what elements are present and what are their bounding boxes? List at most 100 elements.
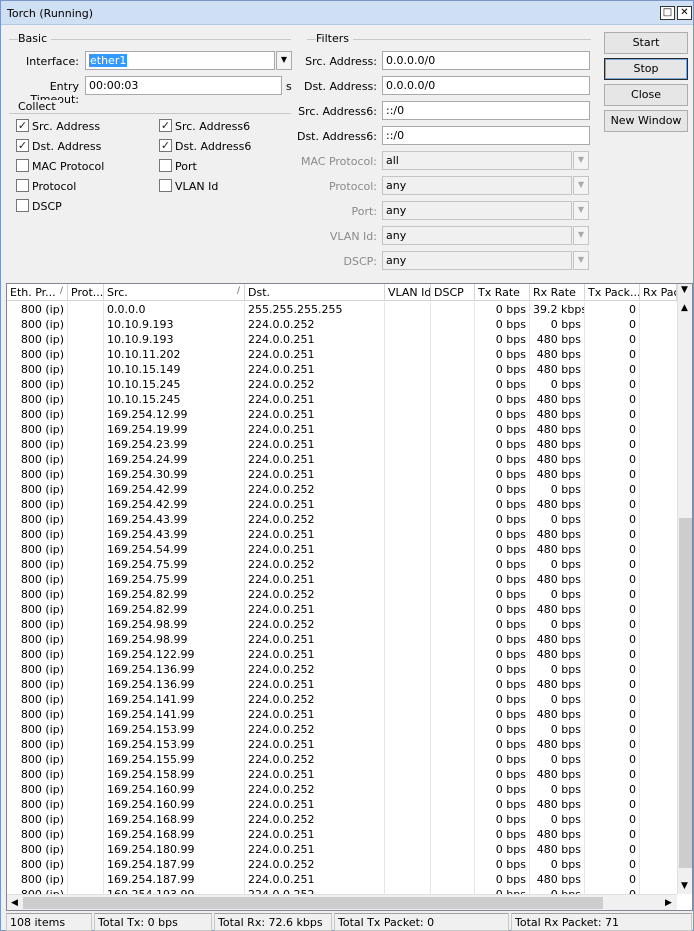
table-row[interactable]: 800 (ip) 0.0.0.0 255.255.255.255 0 bps 39.2 …: [7, 302, 676, 317]
table-row[interactable]: 800 (ip) 10.10.15.245 224.0.0.251 0 bps 480 …: [7, 392, 676, 407]
table-row[interactable]: 800 (ip) 169.254.24.99 224.0.0.251 0 bps 480…: [7, 452, 676, 467]
collect-port-checkbox[interactable]: [159, 159, 172, 172]
horizontal-scrollbar[interactable]: ◀ ▶: [7, 894, 677, 910]
new-window-button[interactable]: New Window: [604, 110, 688, 132]
scroll-right-icon[interactable]: ▶: [665, 898, 672, 908]
table-row[interactable]: 800 (ip) 169.254.43.99 224.0.0.252 0 bps 0 b…: [7, 512, 676, 527]
sort-icon[interactable]: ▼: [681, 285, 688, 295]
header-col-rx-rate[interactable]: Rx Rate: [530, 284, 585, 301]
table-row[interactable]: 800 (ip) 10.10.15.149 224.0.0.251 0 bps 480 …: [7, 362, 676, 377]
table-row[interactable]: 800 (ip) 10.10.9.193 224.0.0.252 0 bps 0 bps…: [7, 317, 676, 332]
collect-dst-address6-checkbox[interactable]: ✓: [159, 139, 172, 152]
table-row[interactable]: 800 (ip) 10.10.15.245 224.0.0.252 0 bps 0 bp…: [7, 377, 676, 392]
cell-protocol: [68, 422, 104, 437]
table-row[interactable]: 800 (ip) 169.254.42.99 224.0.0.252 0 bps 0 b…: [7, 482, 676, 497]
table-row[interactable]: 800 (ip) 169.254.160.99 224.0.0.252 0 bps 0 …: [7, 782, 676, 797]
restore-icon[interactable]: □: [660, 6, 675, 20]
collect-vlan-id-checkbox[interactable]: [159, 179, 172, 192]
cell-protocol: [68, 647, 104, 662]
table-row[interactable]: 800 (ip) 10.10.11.202 224.0.0.251 0 bps 480 …: [7, 347, 676, 362]
scroll-down-icon[interactable]: ▼: [681, 881, 688, 891]
dropdown-arrow-icon[interactable]: ▼: [573, 226, 589, 245]
horizontal-scroll-thumb[interactable]: [23, 897, 603, 909]
src-address6-input[interactable]: ::/0: [382, 101, 590, 120]
scroll-left-icon[interactable]: ◀: [11, 898, 18, 908]
header-col-dscp[interactable]: DSCP: [431, 284, 475, 301]
scroll-up-icon[interactable]: ▲: [681, 303, 688, 313]
table-row[interactable]: 800 (ip) 169.254.187.99 224.0.0.252 0 bps 0 …: [7, 857, 676, 872]
table-row[interactable]: 800 (ip) 169.254.160.99 224.0.0.251 0 bps 48…: [7, 797, 676, 812]
dst-address6-input[interactable]: ::/0: [382, 126, 590, 145]
table-row[interactable]: 800 (ip) 169.254.98.99 224.0.0.251 0 bps 480…: [7, 632, 676, 647]
table-row[interactable]: 800 (ip) 169.254.23.99 224.0.0.251 0 bps 480…: [7, 437, 676, 452]
collect-mac-protocol-checkbox[interactable]: [16, 159, 29, 172]
protocol-select[interactable]: any: [382, 176, 572, 195]
table-row[interactable]: 800 (ip) 169.254.136.99 224.0.0.251 0 bps 48…: [7, 677, 676, 692]
table-row[interactable]: 800 (ip) 169.254.193.99224.0.0.252 0 bps0 …: [7, 887, 676, 894]
table-row[interactable]: 800 (ip) 169.254.141.99 224.0.0.251 0 bps 48…: [7, 707, 676, 722]
table-row[interactable]: 800 (ip) 169.254.136.99 224.0.0.252 0 bps 0 …: [7, 662, 676, 677]
table-row[interactable]: 800 (ip) 169.254.54.99 224.0.0.251 0 bps 480…: [7, 542, 676, 557]
table-row[interactable]: 800 (ip) 169.254.82.99 224.0.0.251 0 bps 480…: [7, 602, 676, 617]
table-row[interactable]: 800 (ip) 169.254.158.99 224.0.0.251 0 bps 48…: [7, 767, 676, 782]
table-row[interactable]: 800 (ip) 169.254.42.99 224.0.0.251 0 bps 480…: [7, 497, 676, 512]
title-bar[interactable]: Torch (Running) □ ✕: [1, 1, 693, 25]
vertical-scroll-thumb[interactable]: [679, 518, 692, 868]
port-select[interactable]: any: [382, 201, 572, 220]
table-row[interactable]: 800 (ip) 10.10.9.193 224.0.0.251 0 bps 480 b…: [7, 332, 676, 347]
collect-protocol-checkbox[interactable]: [16, 179, 29, 192]
entry-timeout-input[interactable]: 00:00:03: [85, 76, 282, 95]
dropdown-arrow-icon[interactable]: ▼: [573, 151, 589, 170]
collect-src-address-checkbox[interactable]: ✓: [16, 119, 29, 132]
cell-eth-protocol: 800 (ip): [7, 602, 68, 617]
table-row[interactable]: 800 (ip) 169.254.30.99 224.0.0.251 0 bps 480…: [7, 467, 676, 482]
cell-dst: 255.255.255.255: [245, 302, 385, 317]
table-row[interactable]: 800 (ip) 169.254.122.99 224.0.0.251 0 bps 48…: [7, 647, 676, 662]
close-icon[interactable]: ✕: [677, 6, 692, 20]
table-row[interactable]: 800 (ip) 169.254.141.99 224.0.0.252 0 bps 0 …: [7, 692, 676, 707]
src-address-input[interactable]: 0.0.0.0/0: [382, 51, 590, 70]
dropdown-arrow-icon[interactable]: ▼: [573, 201, 589, 220]
dscp-select[interactable]: any: [382, 251, 572, 270]
table-row[interactable]: 800 (ip) 169.254.82.99 224.0.0.252 0 bps 0 b…: [7, 587, 676, 602]
table-row[interactable]: 800 (ip) 169.254.75.99 224.0.0.251 0 bps 480…: [7, 572, 676, 587]
collect-dscp-checkbox[interactable]: [16, 199, 29, 212]
collect-dst-address-checkbox[interactable]: ✓: [16, 139, 29, 152]
dropdown-arrow-icon[interactable]: ▼: [573, 176, 589, 195]
header-col-tx-rate[interactable]: Tx Rate: [475, 284, 530, 301]
table-row[interactable]: 800 (ip) 169.254.43.99 224.0.0.251 0 bps 480…: [7, 527, 676, 542]
dropdown-arrow-icon[interactable]: ▼: [276, 51, 292, 70]
table-row[interactable]: 800 (ip) 169.254.187.99 224.0.0.251 0 bps 48…: [7, 872, 676, 887]
table-row[interactable]: 800 (ip) 169.254.180.99 224.0.0.251 0 bps 48…: [7, 842, 676, 857]
cell-src: 10.10.9.193: [104, 332, 245, 347]
header-col-eth-protocol[interactable]: Eth. Pr... /: [7, 284, 68, 301]
header-col-protocol[interactable]: Prot...: [68, 284, 104, 301]
vertical-scrollbar[interactable]: ▼ ▲ ▼: [677, 284, 692, 894]
table-row[interactable]: 800 (ip) 169.254.98.99 224.0.0.252 0 bps 0 b…: [7, 617, 676, 632]
table-row[interactable]: 800 (ip) 169.254.155.99 224.0.0.252 0 bps 0 …: [7, 752, 676, 767]
header-col-rx-packet[interactable]: Rx Pac: [640, 284, 677, 301]
table-row[interactable]: 800 (ip) 169.254.19.99 224.0.0.251 0 bps 480…: [7, 422, 676, 437]
stop-button[interactable]: Stop: [604, 58, 688, 80]
collect-src-address6-checkbox[interactable]: ✓: [159, 119, 172, 132]
header-col-dst[interactable]: Dst.: [245, 284, 385, 301]
table-row[interactable]: 800 (ip) 169.254.12.99 224.0.0.251 0 bps 480…: [7, 407, 676, 422]
cell-rx-packet: [640, 692, 676, 707]
table-row[interactable]: 800 (ip) 169.254.153.99 224.0.0.251 0 bps 48…: [7, 737, 676, 752]
header-col-src[interactable]: Src. /: [104, 284, 245, 301]
interface-select[interactable]: ether1: [85, 51, 275, 70]
close-button[interactable]: Close: [604, 84, 688, 106]
table-row[interactable]: 800 (ip) 169.254.168.99 224.0.0.252 0 bps 0 …: [7, 812, 676, 827]
table-row[interactable]: 800 (ip) 169.254.168.99 224.0.0.251 0 bps 48…: [7, 827, 676, 842]
header-col-tx-packet[interactable]: Tx Pack...: [585, 284, 640, 301]
table-row[interactable]: 800 (ip) 169.254.153.99 224.0.0.252 0 bps 0 …: [7, 722, 676, 737]
mac-protocol-select[interactable]: all: [382, 151, 572, 170]
dropdown-arrow-icon[interactable]: ▼: [573, 251, 589, 270]
header-col-vlan-id[interactable]: VLAN Id: [385, 284, 431, 301]
table-row[interactable]: 800 (ip) 169.254.75.99 224.0.0.252 0 bps 0 b…: [7, 557, 676, 572]
dst-address-input[interactable]: 0.0.0.0/0: [382, 76, 590, 95]
cell-rx-rate: 480 bps: [530, 602, 585, 617]
cell-vlan-id: [385, 542, 431, 557]
vlan-id-select[interactable]: any: [382, 226, 572, 245]
start-button[interactable]: Start: [604, 32, 688, 54]
